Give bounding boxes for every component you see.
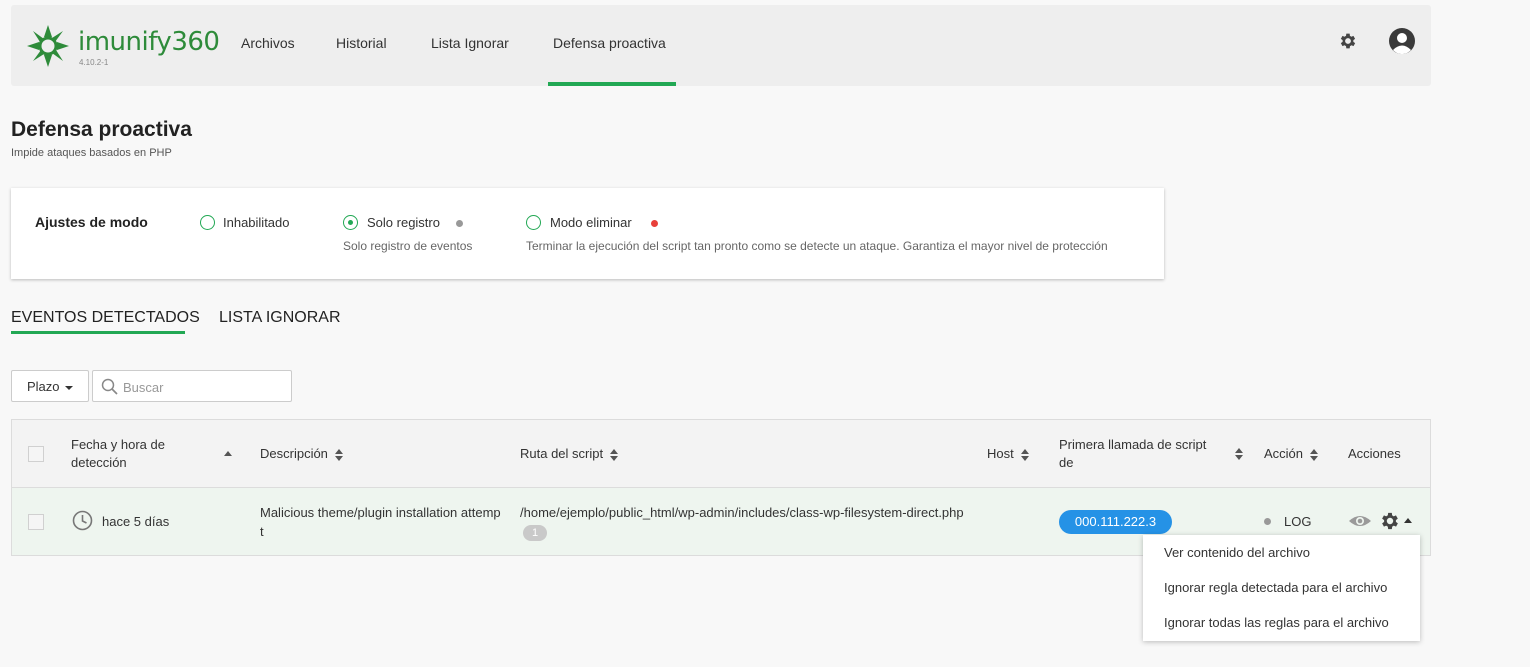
nav-item-archivos[interactable]: Archivos [241, 35, 295, 51]
modo-eliminar-status-dot [651, 220, 658, 227]
eye-icon[interactable] [1348, 513, 1372, 529]
sort-icon[interactable] [1310, 448, 1319, 462]
imunify360-logo[interactable]: imunify360 4.10.2-1 [25, 21, 220, 73]
sort-icon[interactable] [1020, 448, 1029, 462]
page-title: Defensa proactiva [11, 118, 192, 141]
sort-icon[interactable] [334, 448, 343, 462]
logo-text: imunify360 [78, 27, 220, 57]
search-input[interactable] [123, 377, 283, 397]
solo-registro-status-dot [456, 220, 463, 227]
row-checkbox[interactable] [28, 514, 44, 530]
nav-item-historial[interactable]: Historial [336, 35, 387, 51]
caret-up-icon[interactable] [1404, 518, 1412, 523]
nav-item-defensa-proactiva[interactable]: Defensa proactiva [553, 35, 666, 51]
detection-time: hace 5 días [102, 514, 170, 529]
script-path-cell: /home/ejemplo/public_html/wp-admin/inclu… [520, 503, 970, 541]
script-path: /home/ejemplo/public_html/wp-admin/inclu… [520, 505, 964, 520]
menu-item-ver-contenido[interactable]: Ver contenido del archivo [1164, 545, 1310, 560]
sort-asc-icon[interactable] [224, 451, 232, 456]
path-count-badge: 1 [523, 524, 548, 541]
mode-settings-card: Ajustes de modo Inhabilitado Solo regist… [11, 188, 1164, 279]
radio-modo-eliminar[interactable] [526, 215, 541, 230]
search-box[interactable] [92, 370, 292, 402]
radio-inhabilitado[interactable] [200, 215, 215, 230]
period-dropdown-label: Plazo [27, 379, 60, 394]
first-call-ip-badge[interactable]: 000.111.222.3 [1059, 510, 1172, 534]
select-all-checkbox[interactable] [28, 446, 44, 462]
top-header: imunify360 4.10.2-1 Archivos Historial L… [11, 5, 1431, 86]
col-header-accion-label: Acción [1264, 446, 1304, 461]
period-dropdown-button[interactable]: Plazo [11, 370, 89, 402]
col-header-descripcion-label: Descripción [260, 446, 328, 461]
gear-icon[interactable] [1338, 31, 1358, 51]
col-header-accion[interactable]: Acción [1264, 445, 1319, 463]
nav-item-lista-ignorar[interactable]: Lista Ignorar [431, 35, 509, 51]
radio-modo-eliminar-label[interactable]: Modo eliminar [550, 215, 632, 230]
col-header-primera-llamada[interactable]: Primera llamada de script de [1059, 436, 1224, 472]
sort-icon[interactable] [1235, 447, 1243, 461]
col-header-ruta-label: Ruta del script [520, 446, 604, 461]
solo-registro-description: Solo registro de eventos [343, 239, 473, 253]
page-subtitle: Impide ataques basados en PHP [11, 147, 172, 159]
user-avatar-icon[interactable] [1388, 27, 1416, 55]
col-header-fecha[interactable]: Fecha y hora de detección [71, 436, 191, 472]
menu-item-ignorar-todas[interactable]: Ignorar todas las reglas para el archivo [1164, 615, 1389, 630]
tab-active-indicator [11, 331, 185, 334]
action-status-dot [1264, 518, 1271, 525]
menu-item-ignorar-regla[interactable]: Ignorar regla detectada para el archivo [1164, 580, 1387, 595]
clock-icon [72, 510, 93, 531]
modo-eliminar-description: Terminar la ejecución del script tan pro… [526, 239, 1108, 253]
mode-settings-label: Ajustes de modo [35, 214, 148, 230]
search-icon [101, 378, 118, 395]
col-header-host-label: Host [987, 446, 1014, 461]
radio-solo-registro[interactable] [343, 215, 358, 230]
nav-active-indicator [548, 82, 676, 86]
tab-eventos-detectados[interactable]: EVENTOS DETECTADOS [11, 309, 200, 327]
col-header-acciones: Acciones [1348, 446, 1401, 461]
gear-icon[interactable] [1379, 510, 1401, 532]
col-header-ruta[interactable]: Ruta del script [520, 445, 619, 463]
caret-down-icon [64, 385, 73, 390]
col-header-descripcion[interactable]: Descripción [260, 445, 343, 463]
tab-lista-ignorar[interactable]: LISTA IGNORAR [219, 309, 341, 327]
event-description: Malicious theme/plugin installation atte… [260, 505, 501, 539]
radio-solo-registro-label[interactable]: Solo registro [367, 215, 440, 230]
radio-inhabilitado-label[interactable]: Inhabilitado [223, 215, 290, 230]
sort-icon[interactable] [610, 448, 619, 462]
imunify-logo-icon [27, 25, 69, 67]
col-header-host[interactable]: Host [987, 445, 1029, 463]
row-actions-menu: Ver contenido del archivo Ignorar regla … [1143, 535, 1420, 641]
app-version: 4.10.2-1 [79, 58, 109, 67]
table-header: Fecha y hora de detección Descripción Ru… [12, 420, 1430, 488]
action-value: LOG [1284, 514, 1312, 529]
